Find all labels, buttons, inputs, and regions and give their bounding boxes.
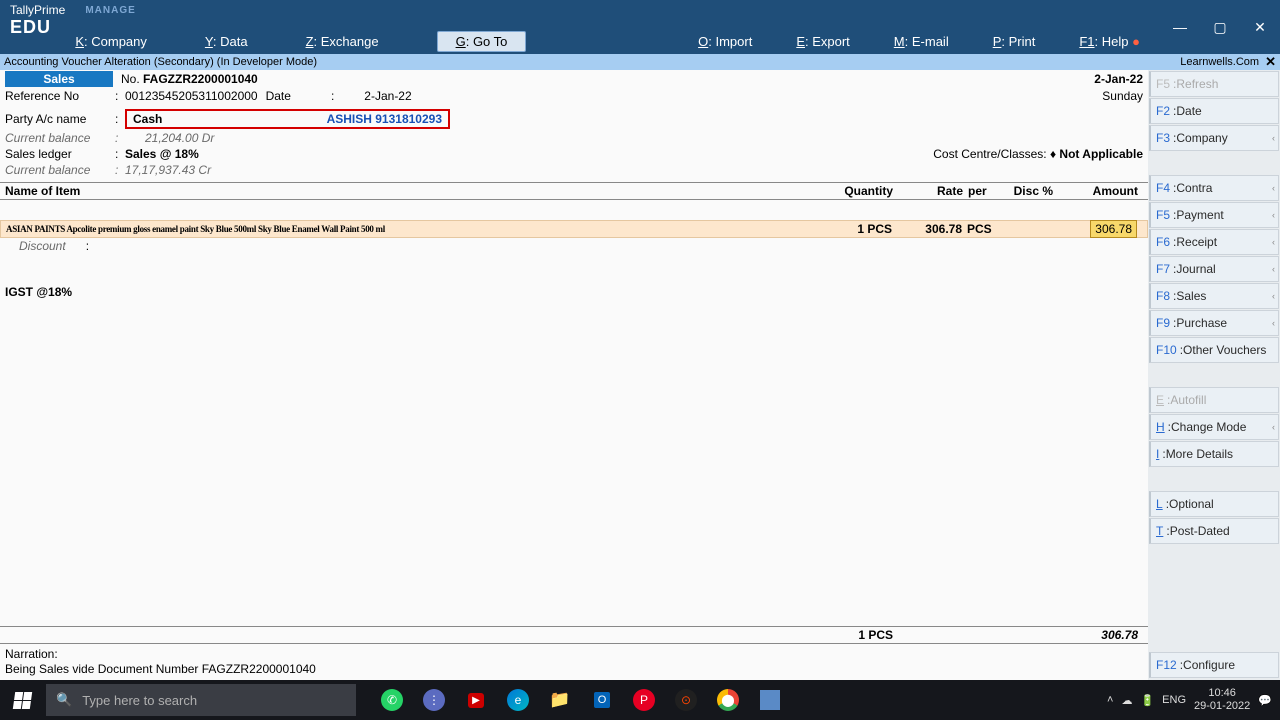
item-qty: 1 PCS [812,222,892,236]
taskbar-app-1[interactable]: ⋮ [414,680,454,720]
taskbar-pinterest[interactable]: P [624,680,664,720]
item-line[interactable]: ASIAN PAINTS Apcolite premium gloss enam… [0,220,1148,238]
rp-purchase[interactable]: F9: Purchase‹ [1149,310,1279,336]
taskbar-edge[interactable]: e [498,680,538,720]
total-qty: 1 PCS [813,628,893,642]
rp-change-mode[interactable]: H: Change Mode‹ [1149,414,1279,440]
taskbar-youtube[interactable]: ▶ [456,680,496,720]
breadcrumb-site: Learnwells.Com [1180,56,1259,68]
party-name: ASHISH 9131810293 [327,112,442,126]
rp-refresh: F5: Refresh [1149,71,1279,97]
voucher-area: Sales No. FAGZZR2200001040 2-Jan-22 Refe… [0,70,1148,680]
menu-import[interactable]: O: Import [698,34,752,49]
close-icon[interactable]: ✕ [1265,54,1276,70]
ref-date[interactable]: 2-Jan-22 [364,89,411,103]
date-label: Date [266,89,291,103]
tray-battery-icon[interactable]: 🔋 [1140,694,1154,707]
item-table-header: Name of Item Quantity Rate per Disc % Am… [0,182,1148,200]
salesledger-label: Sales ledger [5,147,115,161]
taskbar: 🔍 Type here to search ✆ ⋮ ▶ e 📁 O P ⊙ ⬤ … [0,680,1280,720]
item-desc: ASIAN PAINTS Apcolite premium gloss enam… [6,224,812,234]
tray-notifications-icon[interactable]: 💬 [1258,694,1272,707]
breadcrumb-bar: Accounting Voucher Alteration (Secondary… [0,54,1280,70]
menu-email[interactable]: M: E-mail [894,34,949,49]
taskbar-app-3[interactable] [750,680,790,720]
item-per: PCS [962,222,1002,236]
rp-date[interactable]: F2: Date [1149,98,1279,124]
rp-contra[interactable]: F4: Contra‹ [1149,175,1279,201]
taskbar-chrome[interactable]: ⬤ [708,680,748,720]
ref-label: Reference No [5,89,115,103]
rp-optional[interactable]: L: Optional [1149,491,1279,517]
taskbar-outlook[interactable]: O [582,680,622,720]
window-close[interactable]: ✕ [1240,0,1280,54]
rp-payment[interactable]: F5: Payment‹ [1149,202,1279,228]
tray-chevron-icon[interactable]: ˄ [1107,694,1113,706]
menu-data[interactable]: Y: Data [205,34,248,49]
voucher-number[interactable]: FAGZZR2200001040 [143,72,258,86]
titlebar: TallyPrime EDU MANAGE K: Company Y: Data… [0,0,1280,54]
app-edu: EDU [10,17,65,38]
start-button[interactable] [0,680,44,720]
menu-export[interactable]: E: Export [796,34,849,49]
party-label: Party A/c name [5,112,115,126]
igst-line[interactable]: IGST @18% [0,284,1148,300]
window-minimize[interactable]: — [1160,0,1200,54]
rp-journal[interactable]: F7: Journal‹ [1149,256,1279,282]
taskbar-search[interactable]: 🔍 Type here to search [46,684,356,716]
right-panel: F5: Refresh F2: Date F3: Company‹ F4: Co… [1148,70,1280,680]
party-ac-field[interactable]: Cash ASHISH 9131810293 [125,109,450,129]
top-menu: K: Company Y: Data Z: Exchange G: Go To … [75,28,1160,54]
voucher-date-header: 2-Jan-22 [1094,72,1143,86]
narration-label: Narration: [0,644,1148,662]
tray-lang[interactable]: ENG [1162,694,1186,706]
rp-configure[interactable]: F12: Configure [1149,652,1279,678]
search-icon: 🔍 [56,692,72,708]
tray-cloud-icon[interactable]: ☁ [1121,694,1132,707]
rp-company[interactable]: F3: Company‹ [1149,125,1279,151]
menu-print[interactable]: P: Print [993,34,1036,49]
narration-text[interactable]: Being Sales vide Document Number FAGZZR2… [0,662,1148,680]
rp-sales[interactable]: F8: Sales‹ [1149,283,1279,309]
rp-receipt[interactable]: F6: Receipt‹ [1149,229,1279,255]
day-header: Sunday [1102,89,1143,103]
taskbar-explorer[interactable]: 📁 [540,680,580,720]
ref-no[interactable]: 00123545205311002000 [125,89,258,103]
rp-post-dated[interactable]: T: Post-Dated [1149,518,1279,544]
voucher-type-badge: Sales [5,71,113,87]
curbal-label-2: Current balance [5,163,115,177]
no-label: No. [113,72,143,86]
party-balance: 21,204.00 Dr [145,131,214,145]
menu-help[interactable]: F1: Help ● [1079,34,1140,49]
windows-icon [12,692,31,709]
tray-clock[interactable]: 10:46 29-01-2022 [1194,687,1250,713]
menu-exchange[interactable]: Z: Exchange [306,34,379,49]
window-maximize[interactable]: ▢ [1200,0,1240,54]
app-name: TallyPrime [10,3,65,17]
sales-balance: 17,17,937.43 Cr [125,163,211,177]
curbal-label-1: Current balance [5,131,115,145]
rp-other[interactable]: F10: Other Vouchers [1149,337,1279,363]
discount-label: Discount [19,239,66,253]
party-cash: Cash [133,112,162,126]
taskbar-app-2[interactable]: ⊙ [666,680,706,720]
manage-label: MANAGE [75,0,1160,16]
breadcrumb-text: Accounting Voucher Alteration (Secondary… [4,56,317,68]
menu-company[interactable]: K: Company [75,34,147,49]
cost-centre[interactable]: Cost Centre/Classes: ♦ Not Applicable [933,147,1143,161]
sales-ledger[interactable]: Sales @ 18% [125,147,199,161]
item-amount[interactable]: 306.78 [1090,220,1137,238]
menu-goto[interactable]: G: Go To [437,31,527,52]
rp-autofill: E: Autofill [1149,387,1279,413]
total-amount: 306.78 [1053,628,1143,642]
taskbar-whatsapp[interactable]: ✆ [372,680,412,720]
rp-more-details[interactable]: I: More Details [1149,441,1279,467]
item-rate: 306.78 [892,222,962,236]
